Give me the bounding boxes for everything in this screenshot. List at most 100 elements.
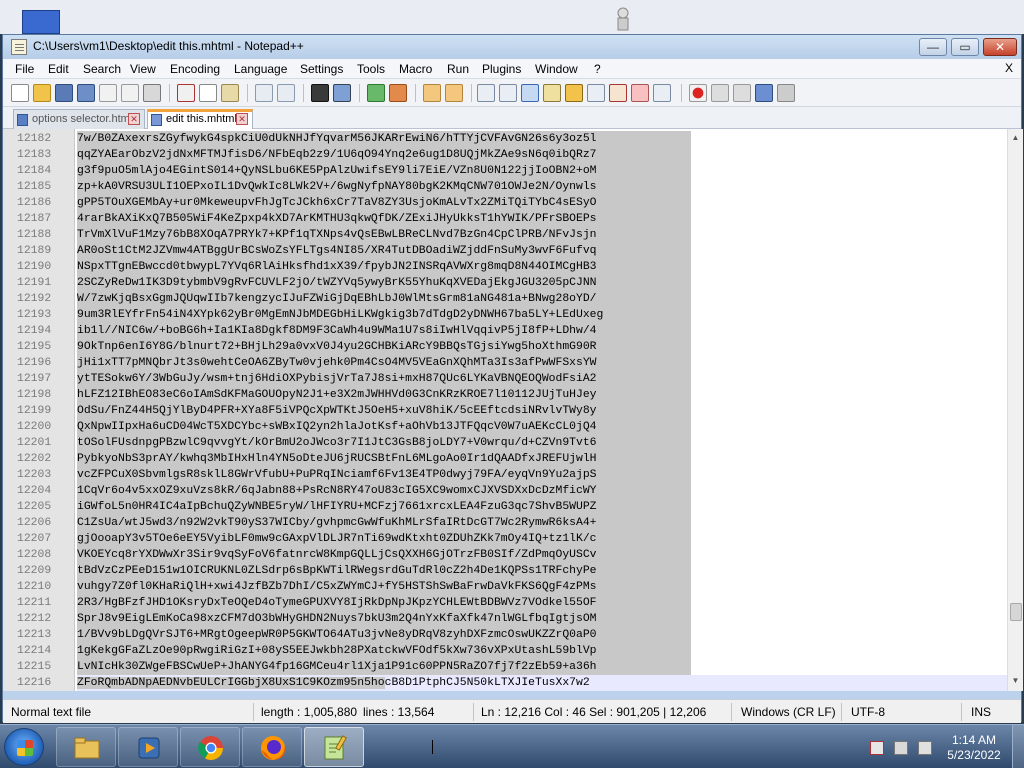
editor-line[interactable]: 12204 1CqVr6o4v5xxOZ9xuVzs8kR/6qJabn88+Ps… [3,483,1007,499]
menu-plugins[interactable]: Plugins [480,61,523,77]
doc-list-icon[interactable] [587,84,605,102]
cut-icon[interactable] [177,84,195,102]
menu-encoding[interactable]: Encoding [168,61,222,77]
editor-line[interactable]: 12184 g3f9puO5mlAjo4EGintS014+QyNSLbu6KE5… [3,163,1007,179]
editor-line[interactable]: 12207 gjOooapY3v5TOe6eEY5VyibLF0mw9cGAxpV… [3,531,1007,547]
record-macro-icon[interactable] [689,84,707,102]
copy-icon[interactable] [199,84,217,102]
tab-options-selector[interactable]: options selector.html ✕ [13,109,145,129]
menu-macro[interactable]: Macro [397,61,434,77]
find-icon[interactable] [311,84,329,102]
editor-line[interactable]: 12200 QxNpwIIpxHa6uCD04WcT5XDCYbc+sWBxIQ2… [3,419,1007,435]
editor-line[interactable]: 12201 tOSolFUsdnpgPBzwlC9qvvgYt/kOrBmU2oJ… [3,435,1007,451]
editor-line[interactable]: 12199 OdSu/FnZ44H5QjYlByD4PFR+XYa8F5iVPQc… [3,403,1007,419]
zoom-in-icon[interactable] [367,84,385,102]
editor-line[interactable]: 12191 2SCZyReDw1IK3D9tybmbV9gRvFCUVLF2jO/… [3,275,1007,291]
editor-line[interactable]: 12206 C1ZsUa/wtJ5wd3/n92W2vkT90yS37WICby/… [3,515,1007,531]
open-file-icon[interactable] [33,84,51,102]
menu-run[interactable]: Run [445,61,471,77]
editor-line[interactable]: 12188 TrVmXlVuF1Mzy76bB8XOqA7PRYk7+KPf1qT… [3,227,1007,243]
zoom-out-icon[interactable] [389,84,407,102]
scroll-up-icon[interactable]: ▲ [1010,132,1021,143]
close-file-icon[interactable] [99,84,117,102]
editor-line[interactable]: 12192 W/7zwKjqBsxGgmJQUqwIIb7kengzycIJuFZ… [3,291,1007,307]
action-center-icon[interactable] [870,741,884,755]
menu-view[interactable]: View [128,61,158,77]
taskbar-firefox[interactable] [242,727,302,767]
text-editor[interactable]: 12182 7w/B0ZAxexrsZGyfwykG4spkCiU0dUkNHJf… [3,129,1007,691]
save-icon[interactable] [55,84,73,102]
paste-icon[interactable] [221,84,239,102]
tab-close-icon[interactable]: ✕ [236,113,248,125]
save-macro-icon[interactable] [777,84,795,102]
menu-window[interactable]: Window [533,61,580,77]
editor-line[interactable]: 12195 9OkTnp6enI6Y8G/blnurt72+BHjLh29a0vx… [3,339,1007,355]
show-all-chars-icon[interactable] [499,84,517,102]
run-macro-multiple-icon[interactable] [755,84,773,102]
editor-line[interactable]: 12212 SprJ8v9EigLEmKoCa98xzCFM7dO3bWHyGHD… [3,611,1007,627]
function-list-icon[interactable] [609,84,627,102]
doc-map-icon[interactable] [565,84,583,102]
taskbar-media-player[interactable] [118,727,178,767]
editor-line[interactable]: 12185 zp+kA0VRSU3ULI1OEPxoIL1DvQwkIc8LWk2… [3,179,1007,195]
scroll-down-icon[interactable]: ▼ [1010,675,1021,686]
start-button[interactable] [4,728,44,766]
tab-edit-this[interactable]: edit this.mhtml ✕ [147,109,253,130]
indent-guide-icon[interactable] [521,84,539,102]
sync-vertical-icon[interactable] [423,84,441,102]
close-button[interactable]: ✕ [983,38,1017,56]
redo-icon[interactable] [277,84,295,102]
network-icon[interactable] [894,741,908,755]
show-desktop-button[interactable] [1012,725,1024,768]
scrollbar-thumb[interactable] [1010,603,1022,621]
editor-line[interactable]: 12214 1gKekgGFaZLzOe90pRwgiRiGzI+08yS5EEJ… [3,643,1007,659]
maximize-button[interactable]: ▭ [951,38,979,56]
stop-macro-icon[interactable] [711,84,729,102]
taskbar-chrome[interactable] [180,727,240,767]
editor-line[interactable]: 12202 PybkyoNbS3prAY/kwhq3MbIHxHln4YN5oDt… [3,451,1007,467]
editor-line[interactable]: 12193 9um3RlEYfrFn54iN4XYpk62yBr0MgEmNJbM… [3,307,1007,323]
title-bar[interactable]: C:\Users\vm1\Desktop\edit this.mhtml - N… [3,35,1021,59]
editor-line[interactable]: 12197 ytTESokw6Y/3WbGuJy/wsm+tnj6HdiOXPyb… [3,371,1007,387]
editor-line[interactable]: 12183 qqZYAEarObzV2jdNxMFTMJfisD6/NFbEqb2… [3,147,1007,163]
minimize-button[interactable]: — [919,38,947,56]
udl-icon[interactable] [543,84,561,102]
desktop-icon[interactable] [22,10,60,34]
menu-language[interactable]: Language [232,61,289,77]
desktop-icon-figure[interactable] [608,4,638,34]
vertical-scrollbar[interactable]: ▲ ▼ [1007,129,1023,691]
editor-line[interactable]: 12190 NSpxTTgnEBwccd0tbwypL7YVq6RlAiHksfh… [3,259,1007,275]
menu-help[interactable]: ? [592,61,603,77]
editor-line[interactable]: 12182 7w/B0ZAxexrsZGyfwykG4spkCiU0dUkNHJf… [3,131,1007,147]
menu-search[interactable]: Search [81,61,123,77]
editor-line[interactable]: 12198 hLFZ12IBhEO83eC6oIAmSdKFMaGOUOpyN2J… [3,387,1007,403]
menu-tools[interactable]: Tools [355,61,387,77]
volume-icon[interactable] [918,741,932,755]
word-wrap-icon[interactable] [477,84,495,102]
editor-line[interactable]: 12208 VKOEYcq8rYXDWwXr3Sir9vqSyFoV6fatnrc… [3,547,1007,563]
editor-line[interactable]: 12187 4rarBkAXiKxQ7B505WiF4KeZpxp4kXD7ArK… [3,211,1007,227]
tab-close-icon[interactable]: ✕ [128,113,140,125]
sync-horizontal-icon[interactable] [445,84,463,102]
menu-file[interactable]: File [13,61,36,77]
monitoring-icon[interactable] [653,84,671,102]
editor-line[interactable]: 12211 2R3/HgBFzfJHD1OKsryDxTeOQeD4oTymeGP… [3,595,1007,611]
taskbar-file-explorer[interactable] [56,727,116,767]
menu-edit[interactable]: Edit [46,61,71,77]
folder-workspace-icon[interactable] [631,84,649,102]
taskbar-notepadpp[interactable] [304,727,364,767]
close-document-button[interactable]: X [1005,61,1013,75]
editor-line[interactable]: 12196 jHi1xTT7pMNQbrJt3s0wehtCeOA6ZByTw0v… [3,355,1007,371]
system-clock[interactable]: 1:14 AM 5/23/2022 [942,733,1006,763]
editor-line[interactable]: 12210 vuhgy7Z0fl0KHaRiQlH+xwi4JzfBZb7DhI/… [3,579,1007,595]
editor-line[interactable]: 12215 LvNIcHk30ZWgeFBSCwUeP+JhANYG4fp16GM… [3,659,1007,675]
close-all-icon[interactable] [121,84,139,102]
save-all-icon[interactable] [77,84,95,102]
editor-line[interactable]: 12186 gPP5TOuXGEMbAy+ur0MkeweupvFhJgTcJCk… [3,195,1007,211]
editor-line[interactable]: 12209 tBdVzCzPEeD151w1OICRUKNL0ZLSdrp6sBp… [3,563,1007,579]
menu-settings[interactable]: Settings [298,61,345,77]
undo-icon[interactable] [255,84,273,102]
play-macro-icon[interactable] [733,84,751,102]
replace-icon[interactable] [333,84,351,102]
editor-line[interactable]: 12189 AR0oSt1CtM2JZVmw4ATBggUrBCsWoZsYFLT… [3,243,1007,259]
